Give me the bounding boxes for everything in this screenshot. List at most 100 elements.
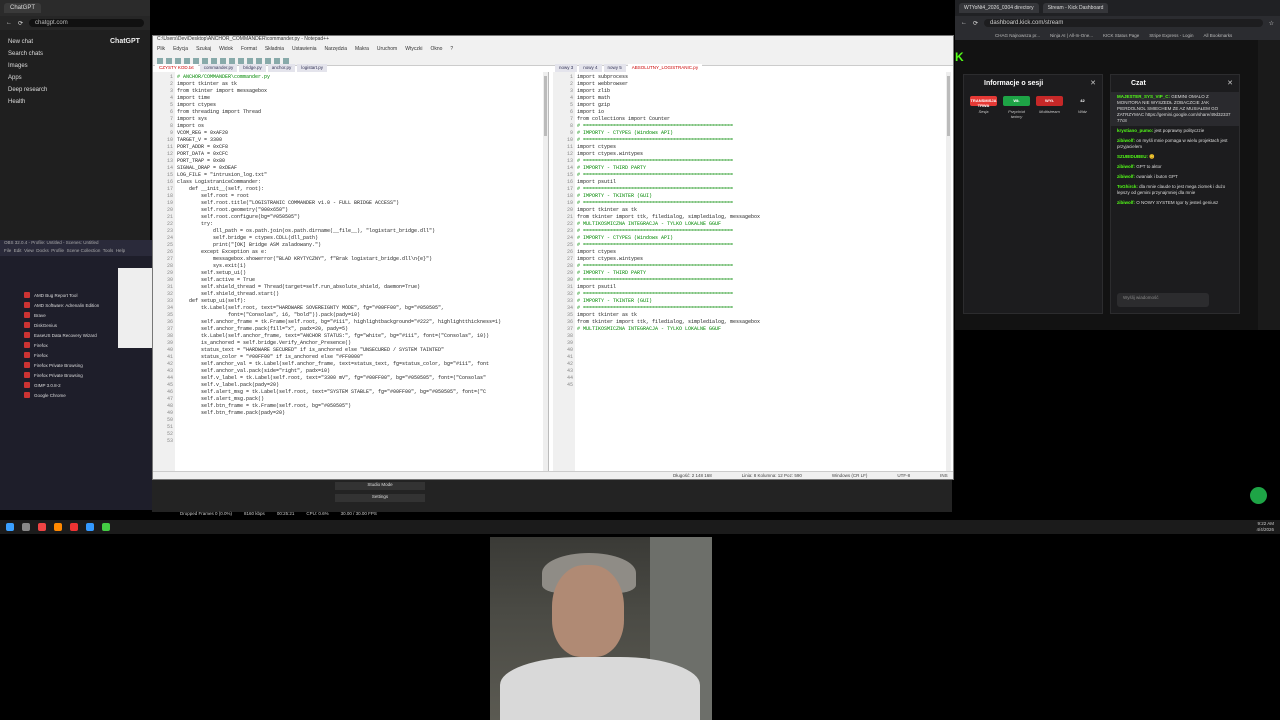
obs-menu-help[interactable]: Help [116,248,125,253]
menu-item[interactable]: Składnia [265,46,284,56]
bookmark[interactable]: All Bookmarks [1204,33,1233,38]
obs-menu-docks[interactable]: Docks [36,248,49,253]
app-item[interactable]: Firefox [24,350,104,360]
obs-menu-file[interactable]: File [4,248,11,253]
reload-icon[interactable]: ⟳ [18,20,23,27]
obs-menu-tools[interactable]: Tools [103,248,114,253]
chat-message[interactable]: zibiwolf: O NOWY SYSTEM Igor ty jesteś g… [1111,198,1239,208]
url-field[interactable]: dashboard.kick.com/stream [984,19,1263,27]
chat-input[interactable]: Wyślij wiadomość [1117,293,1209,307]
vertical-scrollbar[interactable] [543,72,548,471]
menu-item[interactable]: Ustawienia [292,46,316,56]
url-field[interactable]: chatgpt.com [29,19,144,27]
browser-tab-chatgpt[interactable]: ChatGPT [4,3,42,13]
chat-message[interactable]: zibiwolf: cwaniak i buton GPT [1111,172,1239,182]
menu-item[interactable]: Szukaj [196,46,211,56]
sidebar-item-health[interactable]: Health [8,96,142,108]
sidebar-item-deep-research[interactable]: Deep research [8,84,142,96]
settings-button[interactable]: Settings [335,494,425,502]
menu-item[interactable]: ? [450,46,453,56]
chat-message[interactable]: ToGhirck: dla mnie claude to jest mega z… [1111,182,1239,198]
chat-username[interactable]: zibiwolf: [1117,200,1136,205]
app-item[interactable]: AMD Software: Adrenalin Edition [24,300,104,310]
app-icon[interactable] [102,523,110,531]
chat-username[interactable]: SZUBIDUBEU: [1117,154,1149,159]
app-item[interactable]: Firefox Private Browsing [24,360,104,370]
editor-pane-left[interactable]: 1 2 3 4 5 6 7 8 9 10 11 12 13 14 15 16 17 18 19 20 21 22 23 24 2… [153,72,549,471]
chat-username[interactable]: zibiwolf: [1117,138,1136,143]
file-tab[interactable]: nowy 3 [555,64,578,72]
browser-tab[interactable]: WTYoNt4_2026_0304 directory [959,3,1039,13]
app-item[interactable]: Firefox Private Browsing [24,370,104,380]
browser-tab[interactable]: Stream - Kick Dashboard [1042,3,1109,13]
app-icon[interactable] [38,523,46,531]
chat-username[interactable]: ToGhirck: [1117,184,1139,189]
app-item[interactable]: EaseUS Data Recovery Wizard [24,330,104,340]
chat-message[interactable]: krystiano_pumo: jest poprawny polityczzi… [1111,126,1239,136]
app-item[interactable]: AMD Bug Report Tool [24,290,104,300]
menu-item[interactable]: Format [241,46,257,56]
close-icon[interactable]: ✕ [1227,79,1233,87]
app-icon[interactable] [54,523,62,531]
search-icon[interactable] [22,523,30,531]
file-tab[interactable]: anchor.py [267,64,296,72]
code-text-right[interactable]: import subprocess import webbrowser import… [577,74,945,333]
app-icon[interactable] [86,523,94,531]
chat-message[interactable]: zibiwolf: GPT to aktor [1111,162,1239,172]
file-tab[interactable]: ABSOLUTNY_LOGISTRANIC.py [627,64,703,72]
chat-message[interactable]: MAJESTER_SYS_VIP_C: GEMINI OMALO Z MONIT… [1111,92,1239,126]
file-tab[interactable]: nowy 5 [603,64,626,72]
menu-item[interactable]: Widok [219,46,233,56]
chat-username[interactable]: krystiano_pumo: [1117,128,1155,133]
sidebar-item-apps[interactable]: Apps [8,72,142,84]
studio-mode-button[interactable]: Studio Mode [335,482,425,490]
menu-item[interactable]: Makra [355,46,369,56]
chat-username[interactable]: MAJESTER_SYS_VIP_C: [1117,94,1171,99]
sidebar-item-search-chats[interactable]: Search chats [8,48,142,60]
chat-username[interactable]: zibiwolf: [1117,164,1136,169]
menu-item[interactable]: Plik [157,46,165,56]
app-icon[interactable] [70,523,78,531]
start-icon[interactable] [6,523,14,531]
bookmark[interactable]: Ninja AI | All-In-One... [1050,33,1093,38]
app-item[interactable]: DiskGenius [24,320,104,330]
chat-message[interactable]: SZUBIDUBEU: 😊 [1111,152,1239,162]
file-tab[interactable]: nowy 4 [579,64,602,72]
editor-pane-right[interactable]: 1 2 3 4 5 6 7 8 9 10 11 12 13 14 15 16 17 18 19 20 21 22 23 24 2… [553,72,951,471]
reload-icon[interactable]: ⟳ [973,20,978,27]
back-icon[interactable]: ← [6,20,12,26]
app-item[interactable]: Brave [24,310,104,320]
close-icon[interactable]: ✕ [1090,79,1096,87]
code-text-left[interactable]: # ANCHOR/COMMANDER\commander.py import tk… [177,74,542,417]
obs-menu-scene-collection[interactable]: Scene Collection [67,248,101,253]
chat-username[interactable]: zibiwolf: [1117,174,1136,179]
obs-menu-edit[interactable]: Edit [14,248,22,253]
menu-item[interactable]: Wtyczki [405,46,422,56]
status-encoding[interactable]: UTF-8 [897,473,910,478]
status-eol[interactable]: Windows (CR LF) [832,473,868,478]
file-tab[interactable]: bridge.py [239,64,266,72]
bookmark[interactable]: KICK Status Page [1103,33,1139,38]
file-tab[interactable]: commander.py [199,64,238,72]
obs-menu-view[interactable]: View [24,248,34,253]
app-item[interactable]: Firefox [24,340,104,350]
scrollbar-thumb[interactable] [544,76,547,136]
file-tab[interactable]: CZYSTY KOD.txt [155,64,198,72]
obs-menu-profile[interactable]: Profile [51,248,64,253]
app-item[interactable]: GIMP 3.0.8-2 [24,380,104,390]
chat-message[interactable]: zibiwolf: on myśli mnie pomaga w wielu p… [1111,136,1239,152]
file-tab[interactable]: logistart.py [297,64,327,72]
bookmark[interactable]: Stripe Express - Login [1149,33,1193,38]
back-icon[interactable]: ← [961,20,967,26]
menu-item[interactable]: Edycja [173,46,188,56]
sidebar-item-images[interactable]: Images [8,60,142,72]
vertical-scrollbar[interactable] [946,72,951,471]
star-icon[interactable]: ☆ [1269,20,1274,27]
status-insert-mode[interactable]: INS [940,473,948,478]
scrollbar-thumb[interactable] [947,76,950,136]
fab-button[interactable] [1250,487,1267,504]
menu-item[interactable]: Uruchom [377,46,397,56]
app-item[interactable]: Google Chrome [24,390,104,400]
menu-item[interactable]: Okno [430,46,442,56]
bookmark[interactable]: CHAG Najnowsza pr... [995,33,1040,38]
